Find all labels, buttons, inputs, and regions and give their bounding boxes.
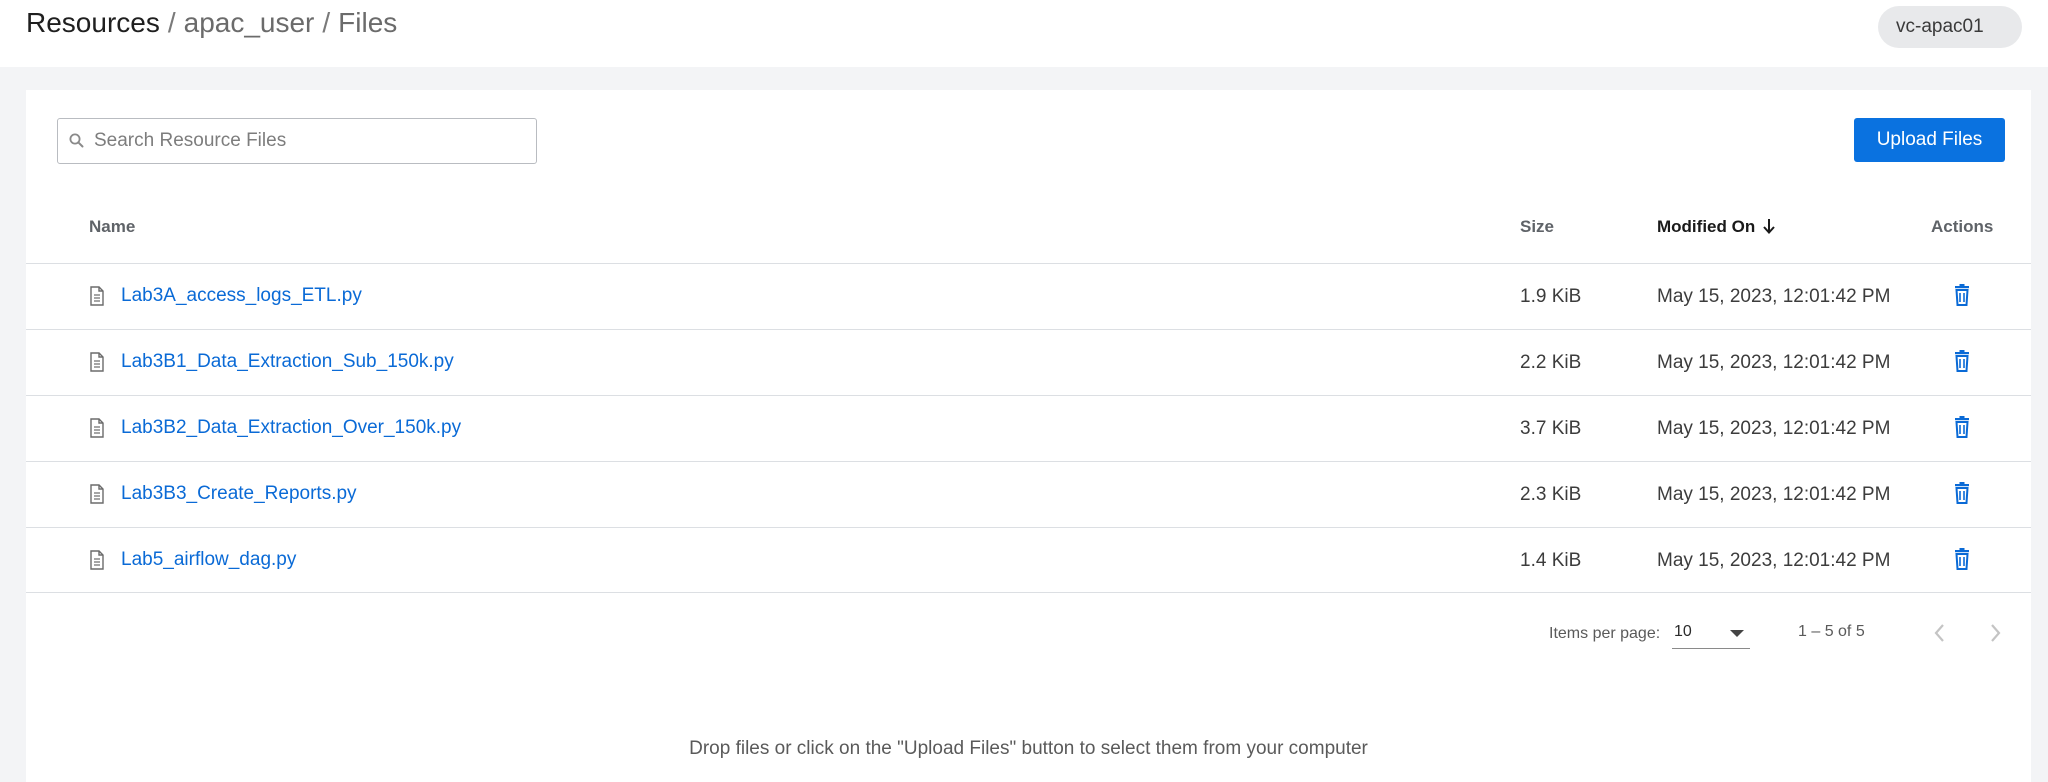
- trash-icon[interactable]: [1952, 548, 1972, 570]
- environment-badge[interactable]: vc-apac01: [1878, 6, 2022, 48]
- items-per-page-value: 10: [1674, 623, 1692, 640]
- breadcrumb: Resources / apac_user / Files: [26, 6, 397, 40]
- table-row: Lab3A_access_logs_ETL.py 1.9 KiB May 15, 2…: [26, 263, 2031, 329]
- trash-icon[interactable]: [1952, 482, 1972, 504]
- file-icon: [89, 286, 105, 306]
- next-page-button[interactable]: [1983, 620, 2007, 646]
- column-header-modified-label: Modified On: [1657, 217, 1756, 236]
- previous-page-button[interactable]: [1928, 620, 1952, 646]
- breadcrumb-separator: /: [167, 7, 176, 38]
- sort-descending-icon: [1763, 219, 1775, 234]
- trash-icon[interactable]: [1952, 416, 1972, 438]
- file-modified-date: May 15, 2023, 12:01:42 PM: [1657, 550, 1891, 571]
- drop-zone-hint: Drop files or click on the "Upload Files…: [689, 738, 1368, 759]
- file-size: 2.2 KiB: [1520, 352, 1582, 373]
- file-icon: [89, 550, 105, 570]
- search-input[interactable]: [94, 125, 524, 157]
- table-row: Lab3B2_Data_Extraction_Over_150k.py 3.7 K…: [26, 395, 2031, 461]
- file-modified-date: May 15, 2023, 12:01:42 PM: [1657, 484, 1891, 505]
- file-name-link[interactable]: Lab3B3_Create_Reports.py: [121, 483, 357, 505]
- file-name-link[interactable]: Lab3A_access_logs_ETL.py: [121, 285, 362, 307]
- breadcrumb-item-user[interactable]: apac_user: [184, 7, 315, 38]
- search-field[interactable]: [57, 118, 537, 164]
- file-size: 2.3 KiB: [1520, 484, 1582, 505]
- column-header-modified[interactable]: Modified On: [1657, 217, 1777, 237]
- trash-icon[interactable]: [1952, 350, 1972, 372]
- file-name-link[interactable]: Lab3B2_Data_Extraction_Over_150k.py: [121, 417, 461, 439]
- table-row: Lab5_airflow_dag.py 1.4 KiB May 15, 2023, …: [26, 527, 2031, 593]
- file-icon: [89, 418, 105, 438]
- breadcrumb-item-files: Files: [338, 7, 398, 38]
- file-modified-date: May 15, 2023, 12:01:42 PM: [1657, 352, 1891, 373]
- file-icon: [89, 352, 105, 372]
- top-bar: Resources / apac_user / Files vc-apac01: [0, 0, 2048, 67]
- breadcrumb-root[interactable]: Resources: [26, 7, 160, 38]
- file-name-link[interactable]: Lab3B1_Data_Extraction_Sub_150k.py: [121, 351, 454, 373]
- file-modified-date: May 15, 2023, 12:01:42 PM: [1657, 286, 1891, 307]
- file-icon: [89, 484, 105, 504]
- file-size: 3.7 KiB: [1520, 418, 1582, 439]
- items-per-page-select[interactable]: 10: [1672, 617, 1750, 649]
- file-modified-date: May 15, 2023, 12:01:42 PM: [1657, 418, 1891, 439]
- file-size: 1.9 KiB: [1520, 286, 1582, 307]
- page-range-label: 1 – 5 of 5: [1798, 623, 1865, 640]
- trash-icon[interactable]: [1952, 284, 1972, 306]
- column-header-actions: Actions: [1931, 217, 1994, 236]
- search-icon: [69, 133, 84, 148]
- files-panel: Upload Files Name Size Modified On Actio…: [26, 90, 2031, 782]
- file-size: 1.4 KiB: [1520, 550, 1582, 571]
- breadcrumb-separator: /: [322, 7, 331, 38]
- table-row: Lab3B3_Create_Reports.py 2.3 KiB May 15, 2…: [26, 461, 2031, 527]
- column-header-size[interactable]: Size: [1520, 217, 1554, 237]
- items-per-page-label: Items per page:: [1549, 625, 1661, 642]
- file-name-link[interactable]: Lab5_airflow_dag.py: [121, 549, 296, 571]
- upload-files-button[interactable]: Upload Files: [1854, 118, 2005, 162]
- column-header-name[interactable]: Name: [89, 217, 135, 237]
- table-row: Lab3B1_Data_Extraction_Sub_150k.py 2.2 Ki…: [26, 329, 2031, 395]
- chevron-down-icon: [1730, 630, 1744, 637]
